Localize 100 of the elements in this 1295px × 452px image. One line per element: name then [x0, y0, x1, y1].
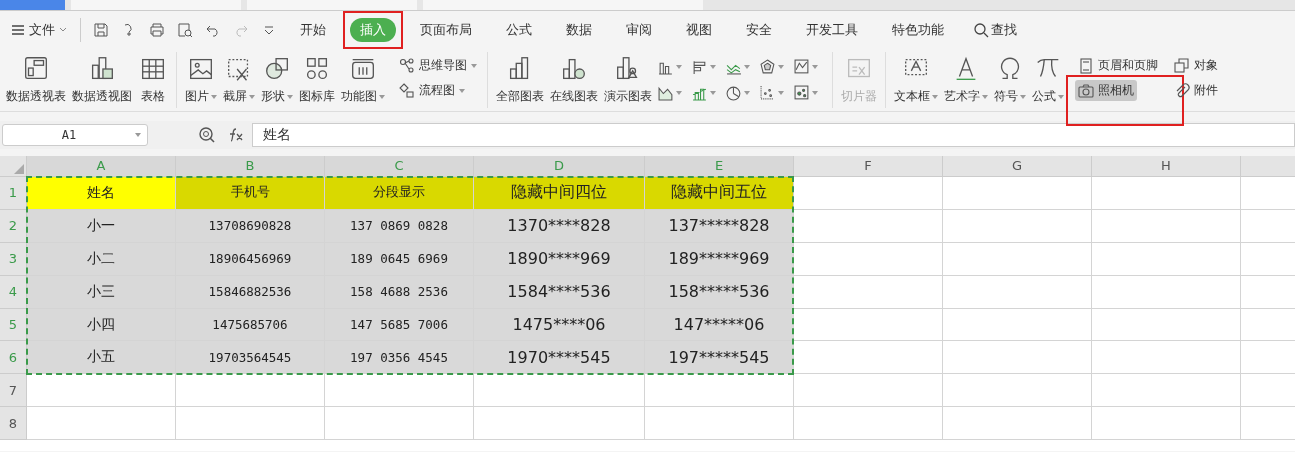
- ribbon-button[interactable]: 文本框: [892, 52, 940, 107]
- table-cell: 小五: [27, 341, 176, 375]
- stock-chart-icon: [794, 59, 810, 75]
- name-box[interactable]: A1: [2, 124, 148, 146]
- caret-icon: [778, 65, 784, 69]
- ribbon-button[interactable]: 形状: [259, 52, 295, 107]
- mind-map-icon: [399, 57, 415, 74]
- caret-icon: [744, 91, 750, 95]
- row-header[interactable]: 8: [0, 407, 27, 441]
- table-cell: 18906456969: [176, 242, 325, 276]
- paperclip-icon: [1174, 82, 1190, 99]
- ribbon-button[interactable]: 对象: [1171, 55, 1221, 76]
- table-cell: 13708690828: [176, 209, 325, 243]
- table-cell: 1475685706: [176, 308, 325, 342]
- area-chart-icon: [658, 85, 674, 101]
- caret-icon: [676, 91, 682, 95]
- ribbon-button[interactable]: 符号: [992, 52, 1028, 107]
- print-icon[interactable]: [149, 21, 165, 38]
- ribbon-tab[interactable]: 安全: [736, 17, 782, 42]
- ribbon-button[interactable]: 数据透视表: [4, 52, 68, 107]
- ribbon-tab[interactable]: 数据: [556, 17, 602, 42]
- object-icon: [1174, 57, 1190, 74]
- table-cell: 1890****969: [474, 242, 645, 276]
- ribbon-button[interactable]: 公式: [1030, 52, 1066, 107]
- column-header[interactable]: H: [1092, 156, 1241, 177]
- caret-icon: [710, 91, 716, 95]
- caret-icon: [459, 88, 465, 93]
- ribbon-tab[interactable]: 开发工具: [796, 17, 868, 42]
- ribbon-tab[interactable]: 公式: [496, 17, 542, 42]
- caret-icon: [744, 65, 750, 69]
- ribbon-button[interactable]: 页眉和页脚: [1075, 55, 1161, 76]
- ribbon-button[interactable]: 在线图表: [548, 52, 600, 107]
- caret-icon: [287, 94, 293, 99]
- save-icon[interactable]: [93, 21, 109, 38]
- camera-icon: [1078, 82, 1094, 99]
- caret-icon: [1058, 94, 1064, 99]
- caret-icon: [379, 94, 385, 99]
- caret-icon: [249, 94, 255, 99]
- ribbon-button[interactable]: 全部图表: [494, 52, 546, 107]
- caret-icon: [135, 133, 141, 137]
- flowchart-icon: [399, 82, 415, 99]
- table-cell: 189*****969: [645, 242, 794, 276]
- formula-field[interactable]: 姓名: [252, 123, 1295, 147]
- ribbon-button[interactable]: 数据透视图: [70, 52, 134, 107]
- table-cell: 189 0645 6969: [325, 242, 474, 276]
- ribbon-button[interactable]: 功能图: [339, 52, 387, 107]
- ribbon-button[interactable]: 照相机: [1075, 80, 1137, 101]
- table-cell: 隐藏中间四位: [474, 177, 645, 210]
- ribbon-button[interactable]: 表格: [136, 52, 170, 107]
- column-header[interactable]: F: [794, 156, 943, 177]
- radar-chart-icon: [760, 59, 776, 75]
- table-cell: 小一: [27, 209, 176, 243]
- ribbon-tab[interactable]: 审阅: [616, 17, 662, 42]
- search-button[interactable]: 查找: [963, 17, 1027, 42]
- ribbon-tab[interactable]: 特色功能: [882, 17, 954, 42]
- caret-icon: [471, 63, 477, 68]
- table-cell: 1970****545: [474, 341, 645, 375]
- print-preview-icon[interactable]: [177, 21, 193, 38]
- row-header[interactable]: 7: [0, 374, 27, 408]
- zoom-icon[interactable]: [198, 126, 216, 144]
- ribbon-tab[interactable]: 视图: [676, 17, 722, 42]
- table-cell: 手机号: [176, 177, 325, 210]
- table-cell: 分段显示: [325, 177, 474, 210]
- file-menu[interactable]: 文件: [6, 18, 72, 41]
- column-header[interactable]: G: [943, 156, 1092, 177]
- search-icon: [973, 21, 989, 38]
- ribbon-button[interactable]: 流程图: [396, 80, 468, 101]
- table-cell: 1584****536: [474, 275, 645, 309]
- bar-chart-icon: [692, 59, 708, 75]
- caret-icon: [1020, 94, 1026, 99]
- caret-icon: [812, 65, 818, 69]
- table-cell: 137 0869 0828: [325, 209, 474, 243]
- ribbon-tab[interactable]: 开始: [290, 17, 336, 42]
- table-cell: 19703564545: [176, 341, 325, 375]
- caret-icon: [676, 65, 682, 69]
- table-cell: 137*****828: [645, 209, 794, 243]
- table-cell: 158*****536: [645, 275, 794, 309]
- table-cell: 小三: [27, 275, 176, 309]
- ribbon-button[interactable]: 思维导图: [396, 55, 480, 76]
- scatter-chart-icon: [760, 85, 776, 101]
- table-cell: 小四: [27, 308, 176, 342]
- table-cell: 147 5685 7006: [325, 308, 474, 342]
- table-cell: 1475****06: [474, 308, 645, 342]
- caret-icon: [710, 65, 716, 69]
- caret-icon: [778, 91, 784, 95]
- caret-icon: [211, 94, 217, 99]
- ribbon-button[interactable]: 图标库: [297, 52, 337, 107]
- ribbon-button[interactable]: 截屏: [221, 52, 257, 107]
- ribbon-button[interactable]: 演示图表: [602, 52, 654, 107]
- caret-icon: [932, 94, 938, 99]
- table-cell: 15846882536: [176, 275, 325, 309]
- table-cell: 隐藏中间五位: [645, 177, 794, 210]
- table-cell: 147*****06: [645, 308, 794, 342]
- ribbon-button[interactable]: 附件: [1171, 80, 1221, 101]
- table-cell: 姓名: [27, 177, 176, 210]
- ribbon-tab[interactable]: 页面布局: [410, 17, 482, 42]
- table-cell: 158 4688 2536: [325, 275, 474, 309]
- ribbon-button[interactable]: 艺术字: [942, 52, 990, 107]
- ribbon-button[interactable]: 图片: [183, 52, 219, 107]
- table-cell: 197*****545: [645, 341, 794, 375]
